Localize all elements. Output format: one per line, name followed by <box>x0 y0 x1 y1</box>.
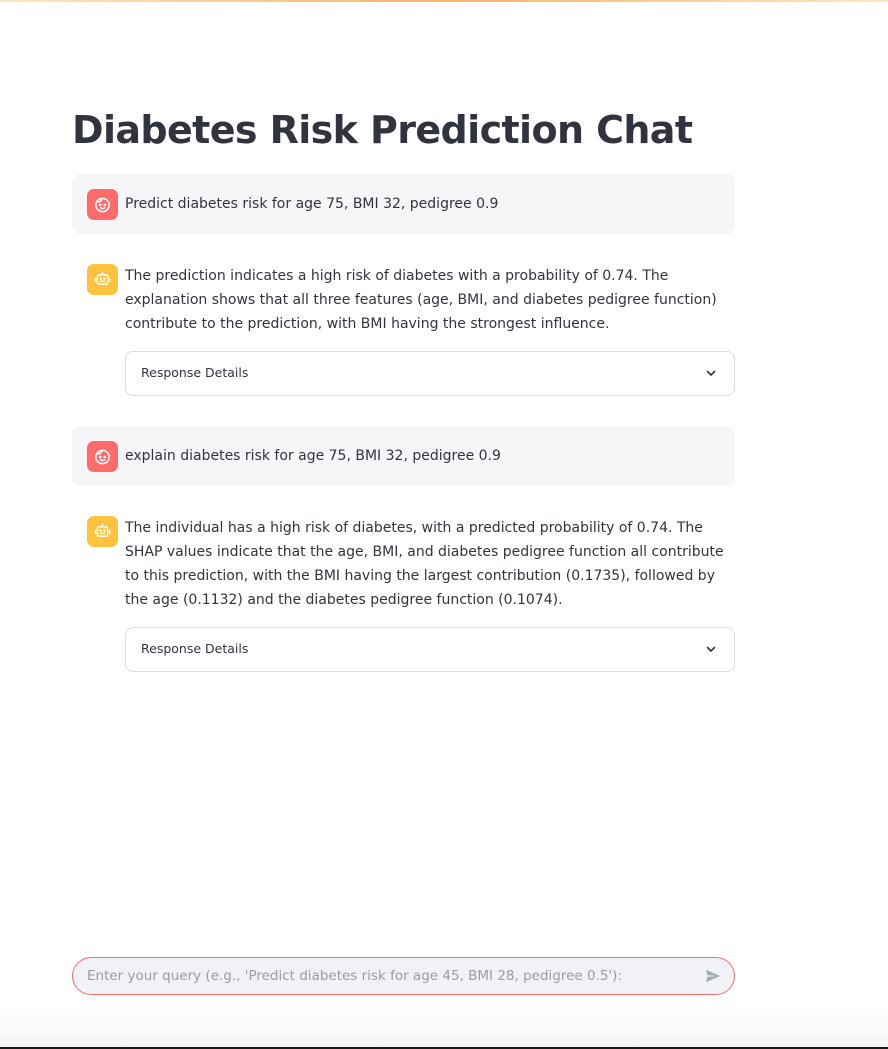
chat-input[interactable] <box>87 958 697 994</box>
chat-input-container <box>72 957 735 995</box>
user-face-icon <box>95 197 110 213</box>
assistant-avatar <box>87 264 118 295</box>
chevron-down-icon <box>706 370 716 376</box>
message-text: The prediction indicates a high risk of … <box>125 268 717 332</box>
chat-message-user: explain diabetes risk for age 75, BMI 32… <box>72 426 735 486</box>
robot-icon <box>94 523 111 538</box>
send-icon <box>705 969 721 983</box>
chat-message-user: Predict diabetes risk for age 75, BMI 32… <box>72 174 735 234</box>
message-text: The individual has a high risk of diabet… <box>125 520 724 608</box>
top-decoration-bar <box>0 0 888 2</box>
bottom-fade <box>0 1010 888 1049</box>
response-details-expander[interactable]: Response Details <box>125 351 735 396</box>
expander-label: Response Details <box>141 365 249 380</box>
user-avatar <box>87 441 118 472</box>
user-avatar <box>87 189 118 220</box>
message-text: Predict diabetes risk for age 75, BMI 32… <box>125 196 499 212</box>
assistant-avatar <box>87 516 118 547</box>
send-button[interactable] <box>702 965 724 987</box>
expander-label: Response Details <box>141 641 249 656</box>
user-face-icon <box>95 449 110 465</box>
chat-message-assistant: The prediction indicates a high risk of … <box>72 250 735 400</box>
robot-icon <box>94 271 111 286</box>
response-details-expander[interactable]: Response Details <box>125 627 735 672</box>
chat-message-assistant: The individual has a high risk of diabet… <box>72 502 735 677</box>
message-text: explain diabetes risk for age 75, BMI 32… <box>125 448 501 464</box>
page-title: Diabetes Risk Prediction Chat <box>72 108 693 152</box>
chevron-down-icon <box>706 646 716 652</box>
